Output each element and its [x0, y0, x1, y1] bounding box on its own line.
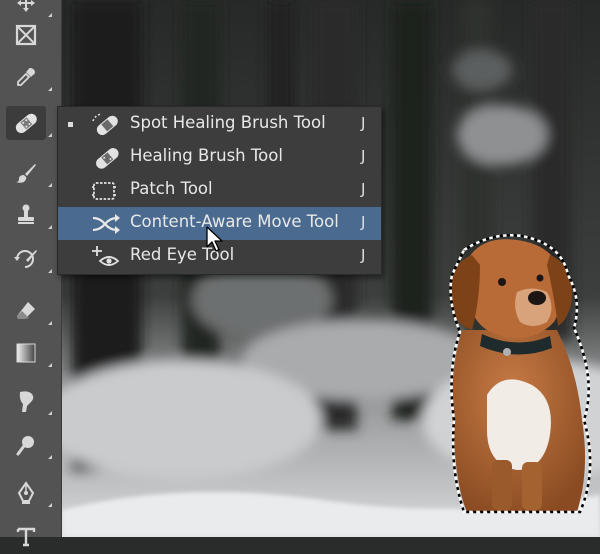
- dodge-tool[interactable]: [6, 428, 52, 462]
- brush-tool[interactable]: [6, 156, 52, 190]
- menu-item-spot-healing-brush[interactable]: Spot Healing Brush Tool J: [58, 108, 381, 141]
- move-icon: [17, 0, 35, 12]
- submenu-indicator: [48, 269, 52, 273]
- spot-healing-brush-icon: [92, 113, 118, 136]
- red-eye-icon: [92, 246, 120, 266]
- menu-item-label: Spot Healing Brush Tool: [130, 113, 326, 132]
- type-tool[interactable]: [6, 520, 46, 554]
- submenu-indicator: [48, 225, 52, 229]
- gradient-tool[interactable]: [6, 336, 52, 370]
- frame-icon: [15, 24, 37, 46]
- pen-icon: [17, 481, 35, 504]
- gradient-icon: [16, 343, 36, 363]
- menu-item-shortcut: J: [361, 213, 366, 231]
- type-icon: [16, 527, 36, 547]
- menu-item-shortcut: J: [361, 147, 366, 165]
- submenu-indicator: [48, 321, 52, 325]
- submenu-indicator: [48, 503, 52, 507]
- history-brush-icon: [14, 250, 37, 268]
- submenu-indicator: [48, 13, 52, 17]
- dodge-icon: [16, 436, 34, 456]
- healing-brush-icon: [96, 148, 119, 169]
- submenu-indicator: [48, 133, 52, 137]
- submenu-indicator: [48, 455, 52, 459]
- submenu-indicator: [48, 363, 52, 367]
- selected-tool-marker: [68, 122, 73, 127]
- clone-stamp-icon: [18, 204, 34, 224]
- smudge-tool[interactable]: [6, 384, 52, 418]
- menu-item-shortcut: J: [361, 114, 366, 132]
- mouse-pointer-icon: [206, 226, 223, 252]
- menu-item-patch[interactable]: Patch Tool J: [58, 174, 381, 207]
- menu-item-label: Patch Tool: [130, 179, 213, 198]
- menu-item-label: Content-Aware Move Tool: [130, 212, 339, 231]
- smudge-icon: [19, 391, 34, 412]
- history-brush-tool[interactable]: [6, 242, 52, 276]
- submenu-indicator: [48, 183, 52, 187]
- patch-icon: [92, 182, 116, 200]
- frame-tool[interactable]: [6, 18, 46, 52]
- submenu-indicator: [48, 87, 52, 91]
- eraser-icon: [17, 302, 35, 319]
- menu-item-healing-brush[interactable]: Healing Brush Tool J: [58, 141, 381, 174]
- spot-healing-tool[interactable]: [6, 106, 52, 140]
- tools-panel: [0, 0, 62, 547]
- menu-item-shortcut: J: [361, 246, 366, 264]
- spot-healing-brush-icon: [15, 113, 37, 134]
- clone-stamp-tool[interactable]: [6, 198, 52, 232]
- move-tool[interactable]: [6, 0, 52, 20]
- pen-tool[interactable]: [6, 476, 52, 510]
- content-aware-move-icon: [92, 214, 120, 234]
- submenu-indicator: [48, 411, 52, 415]
- eyedropper-tool[interactable]: [6, 60, 52, 94]
- brush-icon: [16, 164, 36, 183]
- menu-item-shortcut: J: [361, 180, 366, 198]
- eraser-tool[interactable]: [6, 294, 52, 328]
- menu-item-label: Healing Brush Tool: [130, 146, 283, 165]
- eyedropper-icon: [17, 68, 35, 86]
